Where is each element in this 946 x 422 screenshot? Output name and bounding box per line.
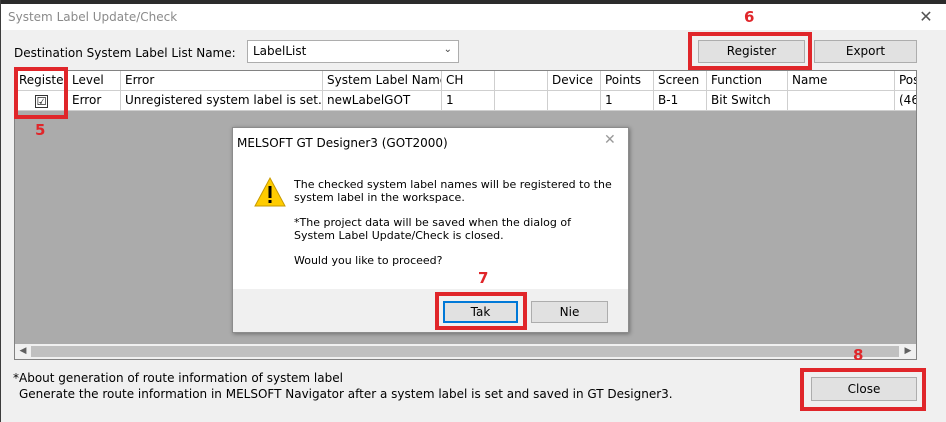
points-cell: 1: [601, 91, 654, 111]
col-name[interactable]: Name: [788, 71, 895, 91]
col-level[interactable]: Level: [68, 71, 121, 91]
export-button[interactable]: Export: [814, 40, 917, 63]
annotation-box-7: [435, 292, 527, 330]
col-ch[interactable]: CH: [442, 71, 495, 91]
dialog-footer: Tak Nie: [233, 289, 628, 332]
function-cell: Bit Switch: [707, 91, 788, 111]
window-title: System Label Update/Check: [8, 10, 178, 24]
col-system-label-name[interactable]: System Label Name: [323, 71, 442, 91]
error-cell: Unregistered system label is set. Re: [121, 91, 323, 111]
dialog-message-2: *The project data will be saved when the…: [294, 216, 571, 242]
col-points[interactable]: Points: [601, 71, 654, 91]
name-cell: [788, 91, 895, 111]
dialog-message-1: The checked system label names will be r…: [294, 178, 612, 204]
table-header: Register Level Error System Label Name C…: [15, 71, 916, 91]
window-close-icon[interactable]: ✕: [915, 7, 937, 27]
title-bar: System Label Update/Check ✕: [1, 4, 946, 30]
col-pos[interactable]: Pos: [895, 71, 916, 91]
dialog-message: The checked system label names will be r…: [294, 178, 614, 279]
dialog-message-3: Would you like to proceed?: [294, 254, 443, 267]
no-button[interactable]: Nie: [531, 301, 608, 323]
annotation-7: 7: [478, 269, 489, 287]
scroll-right-icon[interactable]: ▶: [900, 344, 916, 359]
scroll-left-icon[interactable]: ◀: [15, 344, 31, 359]
annotation-8: 8: [853, 346, 864, 364]
annotation-box-5: [14, 67, 68, 119]
device-cell: [548, 91, 601, 111]
label-cell: newLabelGOT: [323, 91, 442, 111]
dropdown-value: LabelList: [253, 44, 307, 58]
dialog-title: MELSOFT GT Designer3 (GOT2000): [237, 136, 448, 150]
route-note-title: *About generation of route information o…: [13, 371, 343, 385]
destination-dropdown[interactable]: LabelList ⌄: [247, 40, 459, 63]
system-label-window: System Label Update/Check ✕ Destination …: [0, 0, 946, 422]
screen-cell: B-1: [654, 91, 707, 111]
col-function[interactable]: Function: [707, 71, 788, 91]
chevron-down-icon: ⌄: [443, 44, 452, 55]
level-cell: Error: [68, 91, 121, 111]
pos-cell: (46: [899, 93, 916, 107]
confirm-dialog: MELSOFT GT Designer3 (GOT2000) ✕ The che…: [232, 127, 629, 333]
horizontal-scrollbar[interactable]: ◀ ▶: [15, 344, 916, 359]
dialog-close-icon[interactable]: ✕: [604, 132, 616, 148]
annotation-5: 5: [35, 121, 46, 139]
blank-cell: [495, 91, 548, 111]
col-device[interactable]: Device: [548, 71, 601, 91]
annotation-box-8: [800, 368, 926, 411]
warning-icon: [254, 176, 286, 207]
table-row[interactable]: ☑ Error Unregistered system label is set…: [15, 91, 916, 111]
col-error[interactable]: Error: [121, 71, 323, 91]
ch-cell: 1: [442, 91, 495, 111]
route-note-body: Generate the route information in MELSOF…: [19, 387, 673, 401]
annotation-6: 6: [744, 8, 755, 26]
col-blank[interactable]: [495, 71, 548, 91]
scroll-thumb[interactable]: [31, 346, 899, 357]
destination-label: Destination System Label List Name:: [14, 46, 236, 60]
annotation-box-6: [688, 32, 812, 70]
col-screen[interactable]: Screen: [654, 71, 707, 91]
